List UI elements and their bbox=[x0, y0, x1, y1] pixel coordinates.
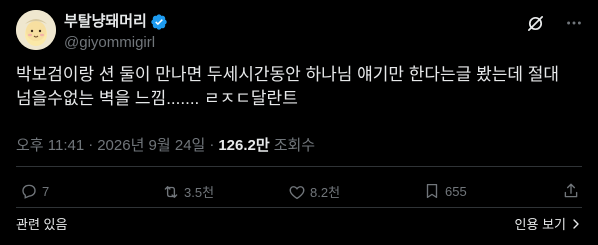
reply-button[interactable]: 7 bbox=[20, 182, 49, 200]
avatar[interactable] bbox=[16, 10, 56, 50]
related-link[interactable]: 관련 있음 bbox=[16, 214, 67, 233]
views-label: 조회수 bbox=[273, 137, 316, 154]
divider bbox=[16, 166, 582, 167]
meta-separator: · bbox=[209, 136, 215, 153]
repost-icon bbox=[164, 185, 178, 198]
handle[interactable]: @giyommigirl bbox=[64, 33, 168, 52]
post-text: 박보검이랑 션 둘이 만나면 두세시간동안 하나님 얘기만 한다는글 봤는데 절… bbox=[16, 65, 564, 108]
repost-count: 3.5천 bbox=[184, 185, 215, 200]
quote-view-link[interactable]: 인용 보기 bbox=[515, 214, 582, 233]
like-icon bbox=[289, 185, 305, 199]
related-label: 관련 있음 bbox=[16, 217, 68, 232]
chevron-right-icon bbox=[573, 218, 579, 229]
bookmark-count: 655 bbox=[445, 183, 467, 199]
views-count: 126.2만 bbox=[218, 137, 270, 154]
share-button[interactable] bbox=[562, 182, 580, 200]
meta-separator: · bbox=[88, 136, 94, 153]
repost-button[interactable]: 3.5천 bbox=[162, 182, 214, 201]
like-count: 8.2천 bbox=[310, 185, 341, 200]
bookmark-icon bbox=[426, 183, 438, 199]
divider bbox=[16, 207, 582, 208]
verified-badge-icon bbox=[150, 13, 168, 31]
header-actions bbox=[525, 13, 584, 33]
quote-label: 인용 보기 bbox=[514, 217, 566, 232]
like-button[interactable]: 8.2천 bbox=[288, 182, 340, 201]
more-icon[interactable] bbox=[564, 13, 584, 33]
display-name[interactable]: 부탈냥돼머리 bbox=[64, 12, 147, 31]
action-bar: 7 3.5천 8.2천 655 bbox=[16, 182, 582, 202]
views-button[interactable]: 655 bbox=[423, 182, 467, 200]
share-icon bbox=[564, 183, 578, 198]
post-time[interactable]: 오후 11:41 bbox=[16, 134, 84, 155]
post-date[interactable]: 2026년 9월 24일 bbox=[97, 134, 205, 155]
reply-icon bbox=[22, 184, 36, 199]
reply-count: 7 bbox=[42, 183, 50, 199]
author-block: 부탈냥돼머리 @giyommigirl bbox=[64, 12, 168, 52]
post-meta: 오후 11:41 · 2026년 9월 24일 · 126.2만 조회수 bbox=[16, 134, 315, 155]
grok-icon[interactable] bbox=[525, 13, 545, 33]
